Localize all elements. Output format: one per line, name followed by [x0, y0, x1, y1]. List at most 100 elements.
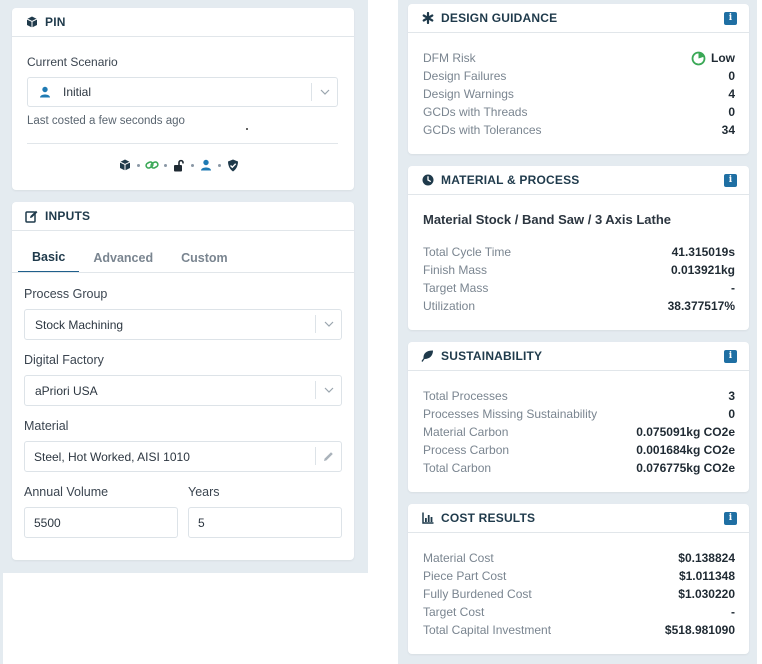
inputs-title: INPUTS	[45, 209, 91, 223]
row-value: 0.013921kg	[670, 263, 735, 277]
cube-status-icon[interactable]	[118, 158, 132, 172]
process-group-select[interactable]: Stock Machining	[24, 309, 342, 340]
tab-custom[interactable]: Custom	[167, 242, 242, 273]
dfm-risk-text: Low	[711, 51, 735, 65]
tab-basic[interactable]: Basic	[18, 242, 80, 273]
design-guidance-rows: DFM Risk Low Design Failures 0 Design Wa…	[423, 49, 735, 139]
material-value: Steel, Hot Worked, AISI 1010	[34, 449, 190, 464]
row-label: Finish Mass	[423, 263, 488, 277]
material-label: Material	[24, 419, 69, 433]
sustainability-card: SUSTAINABILITY i Total Processes 3 Proce…	[408, 342, 749, 492]
row-label: Total Carbon	[423, 461, 492, 475]
pin-card-header: PIN	[12, 8, 354, 37]
row-label: Design Failures	[423, 69, 507, 83]
design-row: GCDs with Tolerances 34	[423, 121, 735, 139]
inputs-card: INPUTS Basic Advanced Custom Process Gro…	[12, 202, 354, 560]
leaf-icon	[421, 350, 434, 363]
bar-chart-icon	[421, 512, 434, 525]
sustainability-row: Material Carbon 0.075091kg CO2e	[423, 423, 735, 441]
process-group-value: Stock Machining	[35, 317, 124, 332]
row-label: Target Cost	[423, 605, 485, 619]
sustainability-row: Process Carbon 0.001684kg CO2e	[423, 441, 735, 459]
row-value: $0.138824	[678, 551, 735, 565]
cost-results-card: COST RESULTS i Material Cost $0.138824 P…	[408, 504, 749, 654]
row-label: Target Mass	[423, 281, 489, 295]
info-icon[interactable]: i	[724, 11, 737, 25]
asterisk-icon	[421, 12, 434, 25]
row-label: Material Carbon	[423, 425, 509, 439]
risk-gauge-icon	[691, 51, 706, 65]
design-row: Design Failures 0	[423, 67, 735, 85]
tabs-divider	[12, 272, 354, 273]
design-row: Design Warnings 4	[423, 85, 735, 103]
inputs-tabs: Basic Advanced Custom	[18, 242, 242, 273]
info-icon[interactable]: i	[724, 349, 737, 363]
separator-dot	[137, 163, 140, 167]
row-label: Utilization	[423, 299, 476, 313]
cost-results-rows: Material Cost $0.138824 Piece Part Cost …	[423, 549, 735, 639]
row-value: 38.377517%	[667, 299, 735, 313]
row-value: 0	[728, 69, 735, 83]
info-icon[interactable]: i	[724, 173, 737, 187]
row-value: -	[731, 281, 735, 295]
row-label: DFM Risk	[423, 51, 476, 65]
years-label: Years	[188, 485, 220, 499]
separator-dot	[164, 163, 167, 167]
edit-icon	[25, 210, 38, 223]
tab-advanced[interactable]: Advanced	[79, 242, 167, 273]
digital-factory-label: Digital Factory	[24, 353, 104, 367]
scenario-select[interactable]: Initial	[27, 77, 338, 107]
pencil-icon[interactable]	[315, 447, 341, 465]
row-value: $1.030220	[678, 587, 735, 601]
row-label: Process Carbon	[423, 443, 510, 457]
link-icon[interactable]	[145, 158, 159, 172]
cost-row: Piece Part Cost $1.011348	[423, 567, 735, 585]
material-field[interactable]: Steel, Hot Worked, AISI 1010	[24, 441, 342, 472]
cursor-mark	[246, 128, 248, 130]
row-value: 41.315019s	[671, 245, 735, 259]
digital-factory-value: aPriori USA	[35, 383, 98, 398]
pin-icon-bar	[118, 158, 240, 172]
row-label: GCDs with Threads	[423, 105, 528, 119]
row-value: $1.011348	[678, 569, 735, 583]
row-value: 4	[728, 87, 735, 101]
user-icon	[39, 86, 51, 98]
digital-factory-select[interactable]: aPriori USA	[24, 375, 342, 406]
info-icon[interactable]: i	[724, 511, 737, 525]
unlock-icon[interactable]	[172, 158, 186, 172]
material-row: Finish Mass 0.013921kg	[423, 261, 735, 279]
row-value: 0.075091kg CO2e	[636, 425, 735, 439]
material-row: Total Cycle Time 41.315019s	[423, 243, 735, 261]
process-group-label: Process Group	[24, 287, 108, 301]
row-label: Fully Burdened Cost	[423, 587, 532, 601]
separator-dot	[218, 163, 221, 167]
shield-check-icon[interactable]	[226, 158, 240, 172]
row-label: Processes Missing Sustainability	[423, 407, 598, 421]
sustainability-rows: Total Processes 3 Processes Missing Sust…	[423, 387, 735, 477]
chevron-down-icon[interactable]	[315, 315, 341, 333]
sustainability-row: Processes Missing Sustainability 0	[423, 405, 735, 423]
row-label: Material Cost	[423, 551, 494, 565]
pin-card: PIN Current Scenario Initial Last costed…	[12, 8, 354, 190]
row-value: 3	[728, 389, 735, 403]
chevron-down-icon[interactable]	[315, 381, 341, 399]
chevron-down-icon[interactable]	[311, 83, 337, 101]
cost-row: Fully Burdened Cost $1.030220	[423, 585, 735, 603]
design-row: GCDs with Threads 0	[423, 103, 735, 121]
row-value: 0	[728, 105, 735, 119]
material-row: Target Mass -	[423, 279, 735, 297]
cost-row: Total Capital Investment $518.981090	[423, 621, 735, 639]
scenario-value: Initial	[63, 85, 92, 99]
user-status-icon[interactable]	[199, 158, 213, 172]
dfm-risk-value: Low	[691, 51, 735, 66]
row-value: 34	[721, 123, 735, 137]
left-panel-edge	[0, 573, 3, 664]
years-input[interactable]: 5	[188, 507, 342, 538]
row-value: $518.981090	[664, 623, 735, 637]
annual-volume-input[interactable]: 5500	[24, 507, 178, 538]
row-value: 0	[728, 407, 735, 421]
row-label: Total Processes	[423, 389, 508, 403]
separator-dot	[191, 163, 194, 167]
pin-title: PIN	[45, 15, 66, 29]
row-label: Design Warnings	[423, 87, 514, 101]
